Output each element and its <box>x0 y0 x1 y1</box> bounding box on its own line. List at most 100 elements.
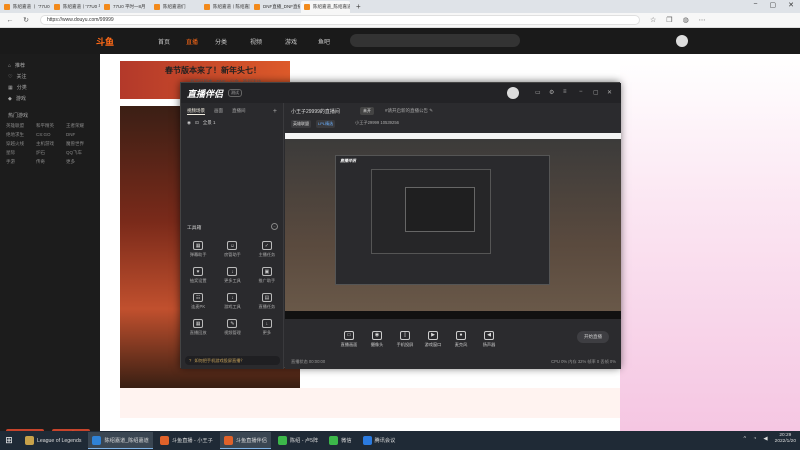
source-control-button[interactable]: ▭ 直播画面 <box>335 330 363 348</box>
douyu-logo[interactable]: 斗鱼 <box>96 35 132 47</box>
taskbar-app-button[interactable]: 微信 <box>325 432 355 449</box>
start-live-button[interactable]: 开始直播 <box>577 331 609 343</box>
sidebar-category-link[interactable]: 传奇 <box>36 159 64 165</box>
sidebar-category-link[interactable]: 绝地求生 <box>6 132 34 138</box>
sidebar-category-link[interactable]: 和平精英 <box>36 123 64 129</box>
refresh-icon[interactable]: ↻ <box>20 16 32 24</box>
toolbox-item[interactable]: ▦ 直播回放 <box>181 319 215 336</box>
taskbar-app-button[interactable]: League of Legends <box>21 432 85 449</box>
toolbox-item[interactable]: ▦ 弹幕助手 <box>181 241 215 258</box>
sidebar-category-link[interactable]: 星际 <box>6 150 34 156</box>
nav-live[interactable]: 直播 <box>186 37 198 46</box>
star-icon[interactable]: ☆ <box>650 16 656 24</box>
sidebar-category-link[interactable]: CS:GO <box>36 132 64 138</box>
browser-tab[interactable]: 陈绍嘉道丨陈绍嘉道_陈绍嘉道 <box>201 1 250 13</box>
browser-tab[interactable]: 77U0 平时一8月 <box>101 1 150 13</box>
nav-game[interactable]: 游戏 <box>285 37 297 46</box>
sidebar-item-recommend[interactable]: ⌂ 推荐 <box>0 60 100 71</box>
taskbar-app-button[interactable]: 斗鱼直播 - 小王子 <box>156 432 217 449</box>
sidebar-category-link[interactable]: 主机游戏 <box>36 141 64 147</box>
toolbox-item[interactable]: ✓ 主播任务 <box>250 241 284 258</box>
room-category[interactable]: 英雄联盟 <box>291 120 311 128</box>
edit-icon[interactable]: ✎ <box>429 108 433 113</box>
browser-tab[interactable]: 陈绍嘉道_陈绍嘉道官方 <box>301 0 350 13</box>
sidebar-category-link[interactable]: 更多 <box>66 159 94 165</box>
tab-scene[interactable]: 视频场景 <box>187 108 205 115</box>
app-user-avatar[interactable] <box>507 87 519 99</box>
taskbar-app-button[interactable]: 斗鱼直播伴侣 <box>219 432 271 449</box>
eye-icon[interactable]: ◉ <box>187 120 191 126</box>
minimize-icon[interactable]: − <box>753 1 757 9</box>
browser-tab[interactable]: 陈绍嘉道们 <box>151 1 200 13</box>
browser-tab[interactable]: 陈绍嘉道 丨 '77U0 <box>1 1 50 13</box>
nav-video[interactable]: 视频 <box>250 37 262 46</box>
source-control-button[interactable]: ◉ 摄像头 <box>363 330 391 348</box>
toolbox-item[interactable]: ▣ 推广助手 <box>250 267 284 284</box>
sidebar-category-link[interactable]: 魔兽世界 <box>66 141 94 147</box>
back-icon[interactable]: ← <box>4 17 16 24</box>
tab-canvas[interactable]: 画面 <box>214 108 223 115</box>
sidebar-category-link[interactable]: QQ飞车 <box>66 150 94 156</box>
tab-room[interactable]: 直播间 <box>232 108 246 115</box>
room-notice[interactable]: #请开启新的直播公告 ✎ <box>385 108 433 114</box>
collections-icon[interactable]: ❐ <box>666 16 672 24</box>
nav-home[interactable]: 首页 <box>158 37 170 46</box>
toolbox-item[interactable]: ☷ 连麦PK <box>181 293 215 310</box>
sidebar-category-link[interactable]: 炉石 <box>36 150 64 156</box>
sidebar-item-category[interactable]: ▦ 分类 <box>0 82 100 93</box>
toolbox-item[interactable]: ▤ 直播任务 <box>250 293 284 310</box>
collapse-icon[interactable]: − <box>271 223 278 230</box>
profile-icon[interactable]: ◍ <box>683 16 689 24</box>
nav-category[interactable]: 分类 <box>215 37 227 46</box>
maximize-icon[interactable]: ▢ <box>593 89 599 96</box>
browser-tab[interactable]: 陈绍嘉道丨'77U0 平时 <box>51 1 100 13</box>
toolbox-item[interactable]: ↓ 更多工具 <box>215 267 249 284</box>
toolbox-item[interactable]: ✎ 视频管理 <box>215 319 249 336</box>
toolbox-item[interactable]: ♥ 抽奖设置 <box>181 267 215 284</box>
taskbar-app-button[interactable]: 陈绍嘉道_陈绍嘉道 <box>88 432 153 449</box>
network-icon[interactable]: ◔ <box>753 436 756 442</box>
toolbox-item[interactable]: ↓ 游戏工具 <box>215 293 249 310</box>
source-control-button[interactable]: ◀ 扬声器 <box>475 330 503 348</box>
sidebar-category-link[interactable]: 穿越火线 <box>6 141 34 147</box>
url-text: https://www.douyu.com/99999 <box>47 17 114 23</box>
maximize-icon[interactable]: ▢ <box>770 1 777 9</box>
sidebar-category-link[interactable]: 王者荣耀 <box>66 123 94 129</box>
sidebar-category-link[interactable]: 手游 <box>6 159 34 165</box>
taskbar-app-button[interactable]: 陈绍 - 卢5阵 <box>274 432 322 449</box>
user-avatar[interactable] <box>676 35 688 47</box>
minimize-icon[interactable]: − <box>579 89 583 95</box>
browser-tab[interactable]: DNF直播_DNF直播视频_陈 <box>251 1 300 13</box>
chevron-up-icon[interactable]: ^ <box>744 436 747 442</box>
clock[interactable]: 20:29 2022/1/20 <box>775 433 796 445</box>
douyu-search-input[interactable] <box>350 34 520 47</box>
help-link[interactable]: ? 如何把手机游戏投屏直播？ <box>185 356 280 365</box>
live-preview[interactable]: 直播伴侣 <box>285 133 621 319</box>
lock-icon[interactable]: ⊡ <box>195 120 199 126</box>
windows-start-icon[interactable]: ⊞ <box>0 431 18 450</box>
new-tab-button[interactable]: + <box>356 2 361 11</box>
message-icon[interactable]: ▭ <box>535 89 541 96</box>
taskbar-app-button[interactable]: 腾讯会议 <box>359 432 400 449</box>
toolbox-item[interactable]: ↓ 更多 <box>250 319 284 336</box>
add-scene-icon[interactable]: + <box>273 108 277 115</box>
menu-icon[interactable]: ≡ <box>563 89 567 95</box>
source-control-button[interactable]: ▶ 游戏窗口 <box>419 330 447 348</box>
room-subcategory[interactable]: LPL精选 <box>316 120 336 128</box>
volume-icon[interactable]: ◀ <box>763 436 767 442</box>
sidebar-item-game[interactable]: ◆ 游戏 <box>0 93 100 104</box>
sidebar-category-link[interactable]: 英雄联盟 <box>6 123 34 129</box>
toolbox-item[interactable]: ☺ 房管助手 <box>215 241 249 258</box>
sidebar-item-follow[interactable]: ♡ 关注 <box>0 71 100 82</box>
close-icon[interactable]: ✕ <box>607 89 612 96</box>
close-icon[interactable]: ✕ <box>788 1 794 9</box>
sidebar-category-link[interactable]: DNF <box>66 132 94 138</box>
scene-tabs: 视频场景 画面 直播间 + <box>181 103 283 120</box>
nav-yuba[interactable]: 鱼吧 <box>318 37 330 46</box>
settings-icon[interactable]: ⚙ <box>549 89 554 96</box>
source-control-button[interactable]: ▯ 手机投屏 <box>391 330 419 348</box>
more-icon[interactable]: ⋯ <box>699 16 706 24</box>
source-control-button[interactable]: ● 麦克风 <box>447 330 475 348</box>
url-input[interactable]: https://www.douyu.com/99999 <box>40 15 640 25</box>
scene-list-item[interactable]: ◉ ⊡ 全景 1 <box>181 120 283 126</box>
